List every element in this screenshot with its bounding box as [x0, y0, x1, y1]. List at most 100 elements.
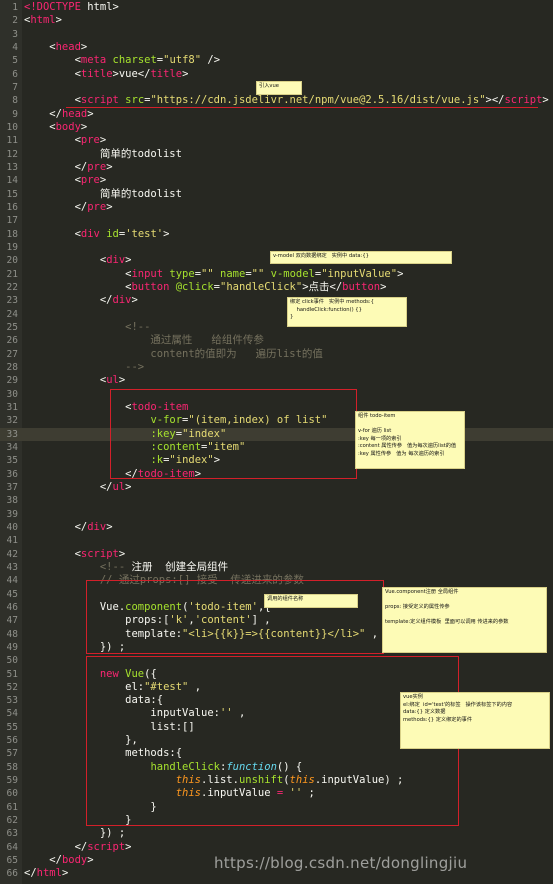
line-number: 30: [6, 388, 18, 400]
line-number: 60: [6, 788, 18, 800]
line-number: 38: [6, 495, 18, 507]
line-number: 24: [6, 308, 18, 320]
line-number: 46: [6, 601, 18, 613]
code-line[interactable]: 27 content的值即为 遍历list的值: [0, 348, 553, 361]
code-line[interactable]: 14 <pre>: [0, 174, 553, 187]
code-line[interactable]: 13 </pre>: [0, 161, 553, 174]
annotation-component-name: 调用的组件名称: [264, 594, 358, 608]
code-token: @click: [175, 280, 214, 293]
code-token: </: [24, 840, 88, 853]
annotation-vue-cdn: 引入vue: [256, 81, 302, 95]
code-token: </: [24, 107, 62, 120]
line-number: 8: [12, 95, 18, 107]
code-line[interactable]: 6 <title>vue</title>: [0, 68, 553, 81]
code-line[interactable]: 9 </head>: [0, 108, 553, 121]
code-line[interactable]: 28 -->: [0, 361, 553, 374]
code-line[interactable]: 39: [0, 508, 553, 521]
code-line[interactable]: 12 简单的todolist: [0, 148, 553, 161]
code-line[interactable]: 18 <div id='test'>: [0, 228, 553, 241]
code-token: <: [24, 40, 56, 53]
code-line[interactable]: 21 <input type="" name="" v-model="input…: [0, 268, 553, 281]
code-text: <head>: [24, 41, 87, 54]
code-token: "": [201, 267, 214, 280]
code-line[interactable]: 17: [0, 214, 553, 227]
annotation-component: Vue.component注册 全局组件 props: 接受定义的属性传参 te…: [382, 587, 547, 653]
line-number: 48: [6, 628, 18, 640]
code-token: pre: [80, 134, 100, 147]
line-number: 53: [6, 695, 18, 707]
annotation-todo-item: 组件 todo-item v-for 遍历 list :key 每一项的索引 :…: [355, 411, 465, 469]
line-number: 51: [6, 668, 18, 680]
code-line[interactable]: 63 }) ;: [0, 827, 553, 840]
todo-item-highlight-box: [110, 389, 357, 479]
code-line[interactable]: 40 </div>: [0, 521, 553, 534]
code-text: <div>: [24, 254, 132, 267]
code-token: />: [201, 54, 221, 67]
line-number: 27: [6, 348, 18, 360]
code-token: >: [55, 14, 62, 27]
line-number: 19: [6, 241, 18, 253]
code-token: >: [99, 134, 107, 147]
code-text: </head>: [24, 107, 94, 121]
code-text: content的值即为 遍历list的值: [24, 348, 323, 361]
code-token: script: [87, 840, 126, 853]
code-token: </: [24, 200, 88, 213]
code-line[interactable]: 41: [0, 534, 553, 547]
code-token: ul: [106, 374, 119, 387]
code-token: script: [504, 94, 543, 107]
code-line[interactable]: 15 简单的todolist: [0, 188, 553, 201]
code-line[interactable]: 25 <!--: [0, 321, 553, 334]
code-line[interactable]: 64 </script>: [0, 841, 553, 854]
code-token: }) ;: [24, 827, 126, 840]
line-number: 31: [6, 401, 18, 413]
code-line[interactable]: 23 </div>: [0, 294, 553, 307]
code-line[interactable]: 5 <meta charset="utf8" />: [0, 54, 553, 67]
line-number: 1: [12, 2, 18, 13]
code-token: head: [61, 107, 88, 120]
code-token: <: [24, 134, 81, 147]
code-line[interactable]: 11 <pre>: [0, 134, 553, 147]
code-token: >: [118, 547, 126, 560]
line-number: 15: [6, 188, 18, 200]
line-number: 33: [6, 428, 18, 440]
code-token: <: [24, 280, 132, 293]
line-number: 3: [12, 28, 18, 40]
code-line[interactable]: 1 <!DOCTYPE html>: [0, 1, 553, 14]
code-token: </: [24, 480, 113, 493]
code-line[interactable]: 10 <body>: [0, 121, 553, 134]
code-token: div: [80, 227, 100, 240]
code-line[interactable]: 2 <html>: [0, 14, 553, 27]
code-token: html: [36, 867, 62, 880]
code-line[interactable]: 37 </ul>: [0, 481, 553, 494]
code-line[interactable]: 8 <script src="https://cdn.jsdelivr.net/…: [0, 94, 553, 107]
code-line[interactable]: 38: [0, 494, 553, 507]
code-token: charset: [112, 54, 157, 67]
code-line[interactable]: 29 <ul>: [0, 374, 553, 387]
code-token: "https://cdn.jsdelivr.net/npm/vue@2.5.16…: [150, 94, 486, 107]
code-line[interactable]: 43 <!-- 注册 创建全局组件: [0, 561, 553, 574]
code-line[interactable]: 42 <script>: [0, 548, 553, 561]
code-text: <script src="https://cdn.jsdelivr.net/np…: [24, 94, 549, 107]
code-text: <button @click="handleClick">点击</button>: [24, 281, 386, 294]
line-number: 66: [6, 868, 18, 880]
code-text: </div>: [24, 521, 113, 534]
code-line[interactable]: 26 通过属性 给组件传参: [0, 334, 553, 347]
code-token: >: [125, 840, 132, 853]
code-line[interactable]: 16 </pre>: [0, 201, 553, 214]
code-line[interactable]: 22 <button @click="handleClick">点击</butt…: [0, 281, 553, 294]
code-token: "inputValue": [321, 267, 398, 280]
code-line[interactable]: 4 <head>: [0, 41, 553, 54]
watermark-url: https://blog.csdn.net/donglingjiu: [214, 854, 468, 872]
code-text: <!-- 注册 创建全局组件: [24, 561, 228, 574]
code-token: >: [131, 294, 138, 307]
code-token: >: [87, 107, 94, 120]
code-text: </html>: [24, 867, 68, 880]
line-number: 57: [6, 748, 18, 760]
line-number: 22: [6, 281, 18, 293]
code-line[interactable]: 24: [0, 308, 553, 321]
code-line[interactable]: 3: [0, 28, 553, 41]
code-token: div: [112, 294, 132, 307]
line-number: 16: [6, 201, 18, 213]
code-token: >: [106, 520, 113, 533]
code-token: >: [397, 267, 404, 280]
